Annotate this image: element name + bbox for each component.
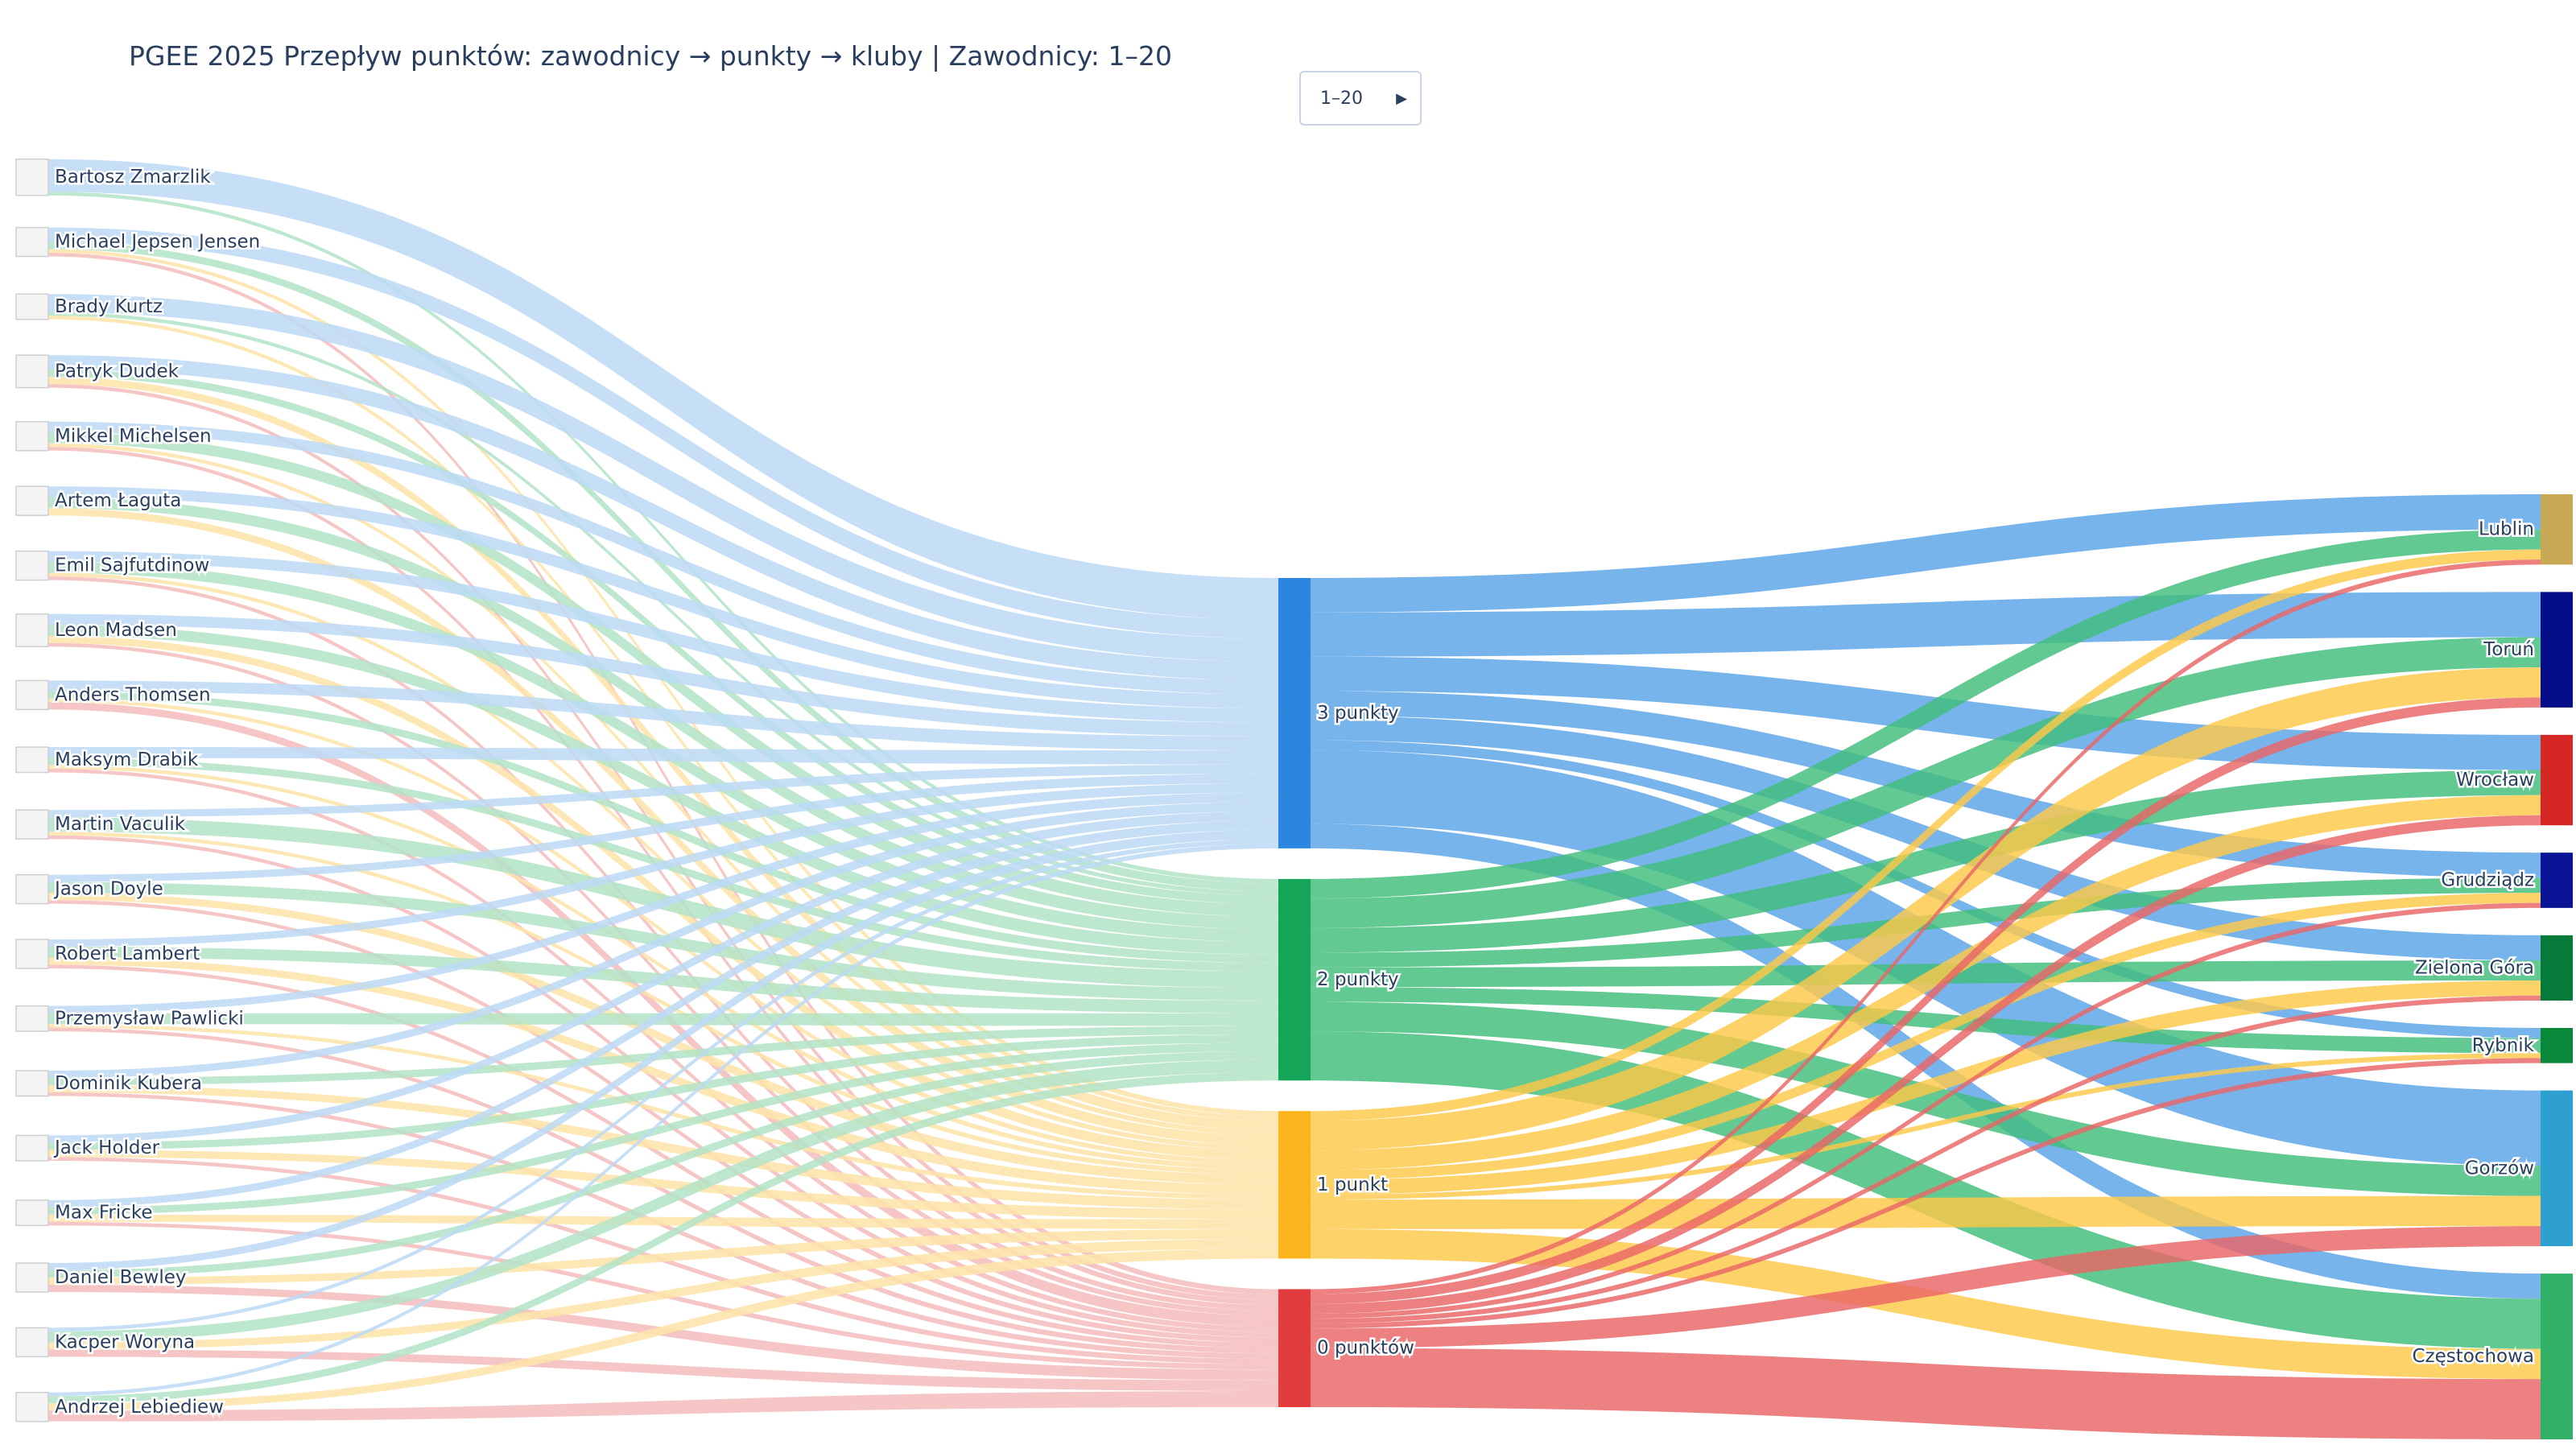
- node-points-3-punkty[interactable]: [1278, 578, 1311, 848]
- link-andrzej-lebiediew-0-punktow[interactable]: [48, 1391, 1278, 1422]
- node-rider-dominik-kubera[interactable]: [15, 1070, 49, 1097]
- node-rider-jason-doyle[interactable]: [15, 873, 49, 905]
- label-club-lublin: Lublin: [2479, 519, 2534, 540]
- node-rider-mikkel-michelsen[interactable]: [15, 421, 49, 452]
- node-rider-leon-madsen[interactable]: [15, 613, 49, 647]
- node-rider-artem-laguta[interactable]: [15, 485, 49, 516]
- label-rider-bartosz-zmarzlik: Bartosz Zmarzlik: [55, 167, 211, 188]
- label-points-2-punkty: 2 punkty: [1317, 969, 1399, 990]
- label-club-czestochowa: Częstochowa: [2412, 1346, 2534, 1367]
- label-club-zielona-gora: Zielona Góra: [2415, 957, 2534, 978]
- label-rider-andrzej-lebiediew: Andrzej Lebiediew: [55, 1397, 224, 1418]
- node-club-torun[interactable]: [2541, 592, 2573, 708]
- label-rider-przemyslaw-pawlicki: Przemysław Pawlicki: [55, 1008, 244, 1029]
- link-1-punkt-gorzow[interactable]: [1311, 1195, 2541, 1229]
- node-rider-przemyslaw-pawlicki[interactable]: [15, 1005, 49, 1032]
- label-points-1-punkt: 1 punkt: [1317, 1174, 1388, 1195]
- label-club-gorzow: Gorzów: [2465, 1158, 2534, 1179]
- node-club-grudziadz[interactable]: [2541, 852, 2573, 908]
- link-maksym-drabik-3-punkty[interactable]: [48, 747, 1278, 765]
- label-rider-artem-laguta: Artem Łaguta: [55, 490, 181, 511]
- node-rider-robert-lambert[interactable]: [15, 939, 49, 969]
- label-rider-jason-doyle: Jason Doyle: [53, 879, 163, 900]
- node-club-gorzow[interactable]: [2541, 1090, 2573, 1247]
- node-club-wroclaw[interactable]: [2541, 734, 2573, 826]
- node-rider-maksym-drabik[interactable]: [15, 746, 49, 774]
- label-rider-michael-jepsen-jensen: Michael Jepsen Jensen: [55, 232, 260, 253]
- node-rider-kacper-woryna[interactable]: [15, 1327, 49, 1358]
- node-club-czestochowa[interactable]: [2541, 1274, 2573, 1439]
- node-rider-martin-vaculik[interactable]: [15, 809, 49, 840]
- node-club-zielona-gora[interactable]: [2541, 935, 2573, 1001]
- node-rider-michael-jepsen-jensen[interactable]: [15, 226, 49, 258]
- label-rider-leon-madsen: Leon Madsen: [55, 620, 177, 641]
- label-rider-robert-lambert: Robert Lambert: [55, 943, 200, 964]
- label-rider-maksym-drabik: Maksym Drabik: [55, 749, 199, 770]
- node-points-2-punkty[interactable]: [1278, 878, 1311, 1081]
- node-club-lublin[interactable]: [2541, 494, 2573, 565]
- label-club-grudziadz: Grudziądz: [2441, 870, 2534, 891]
- node-club-rybnik[interactable]: [2541, 1027, 2573, 1063]
- label-points-0-punktow: 0 punktów: [1317, 1338, 1414, 1359]
- node-rider-anders-thomsen[interactable]: [15, 679, 49, 711]
- label-rider-dominik-kubera: Dominik Kubera: [55, 1073, 202, 1094]
- node-rider-daniel-bewley[interactable]: [15, 1262, 49, 1293]
- node-rider-emil-sajfutdinow[interactable]: [15, 550, 49, 581]
- node-rider-patryk-dudek[interactable]: [15, 354, 49, 389]
- node-rider-brady-kurtz[interactable]: [15, 293, 49, 320]
- label-rider-patryk-dudek: Patryk Dudek: [55, 361, 180, 382]
- node-points-1-punkt[interactable]: [1278, 1111, 1311, 1259]
- label-rider-mikkel-michelsen: Mikkel Michelsen: [55, 426, 212, 447]
- node-rider-andrzej-lebiediew[interactable]: [15, 1392, 49, 1422]
- label-rider-daniel-bewley: Daniel Bewley: [55, 1267, 187, 1288]
- node-rider-jack-holder[interactable]: [15, 1134, 49, 1162]
- node-rider-bartosz-zmarzlik[interactable]: [15, 158, 49, 196]
- label-club-torun: Toruń: [2483, 639, 2534, 660]
- label-rider-martin-vaculik: Martin Vaculik: [55, 814, 186, 835]
- node-rider-max-fricke[interactable]: [15, 1199, 49, 1227]
- label-rider-brady-kurtz: Brady Kurtz: [55, 296, 163, 317]
- label-club-rybnik: Rybnik: [2472, 1035, 2535, 1056]
- sankey-chart: Bartosz Zmarzlik Michael Jepsen Jensen Bra…: [15, 158, 2573, 1439]
- label-club-wroclaw: Wrocław: [2456, 770, 2534, 791]
- label-points-3-punkty: 3 punkty: [1317, 703, 1399, 724]
- label-rider-emil-sajfutdinow: Emil Sajfutdinow: [55, 555, 209, 576]
- label-rider-kacper-woryna: Kacper Woryna: [55, 1331, 195, 1352]
- label-rider-max-fricke: Max Fricke: [55, 1203, 153, 1224]
- label-rider-jack-holder: Jack Holder: [53, 1137, 160, 1158]
- label-rider-anders-thomsen: Anders Thomsen: [55, 684, 211, 705]
- node-points-0-punktow[interactable]: [1278, 1289, 1311, 1407]
